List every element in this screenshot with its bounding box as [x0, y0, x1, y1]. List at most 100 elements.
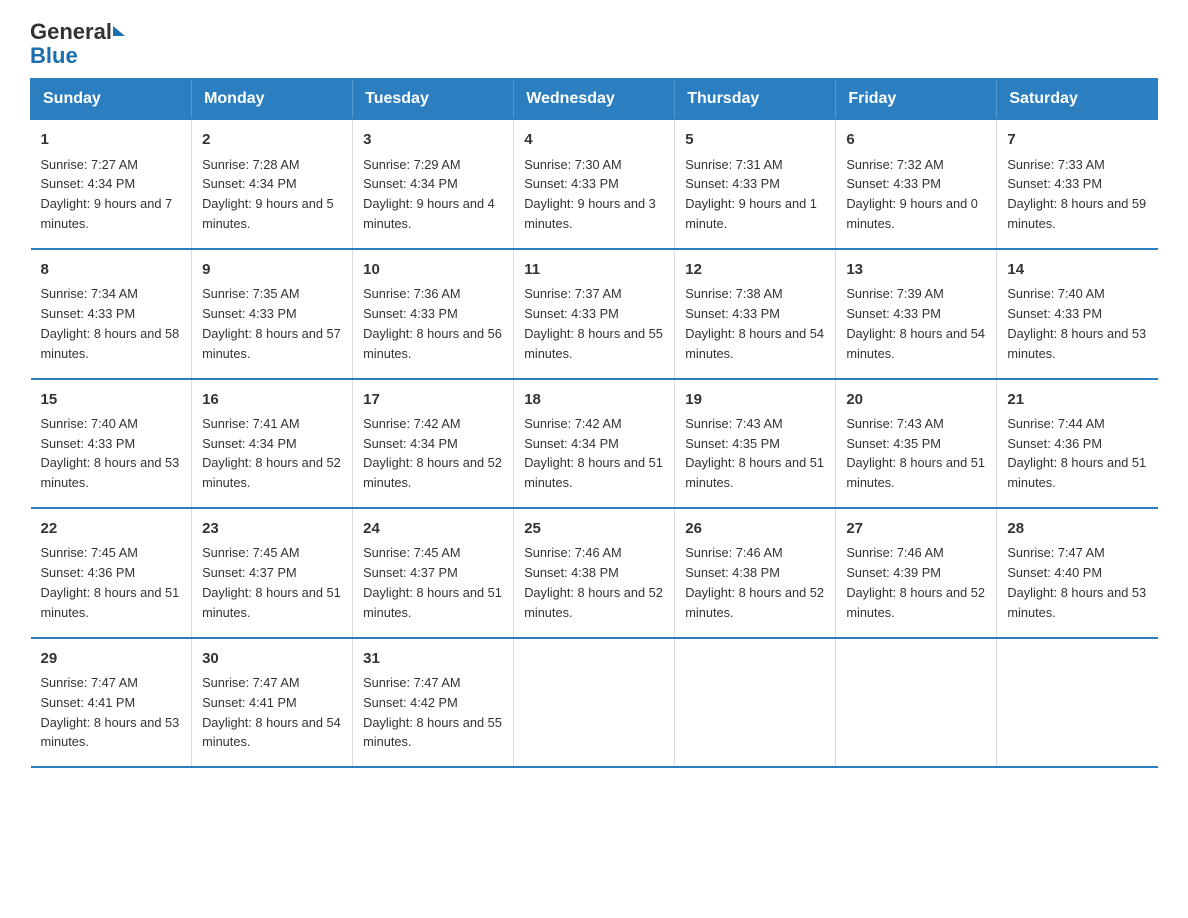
daylight-line: Daylight: 8 hours and 58 minutes. [41, 326, 180, 361]
sunset-line: Sunset: 4:34 PM [41, 176, 136, 191]
daylight-line: Daylight: 8 hours and 53 minutes. [1007, 326, 1146, 361]
sunrise-line: Sunrise: 7:47 AM [41, 675, 138, 690]
sunset-line: Sunset: 4:33 PM [685, 176, 780, 191]
day-cell-19: 19 Sunrise: 7:43 AM Sunset: 4:35 PM Dayl… [675, 379, 836, 509]
empty-cell-4-4 [675, 638, 836, 768]
day-number: 21 [1007, 388, 1148, 411]
daylight-line: Daylight: 8 hours and 51 minutes. [685, 455, 824, 490]
week-row-2: 8 Sunrise: 7:34 AM Sunset: 4:33 PM Dayli… [31, 249, 1159, 379]
day-number: 14 [1007, 258, 1148, 281]
sunrise-line: Sunrise: 7:46 AM [685, 545, 782, 560]
daylight-line: Daylight: 8 hours and 53 minutes. [1007, 585, 1146, 620]
day-number: 2 [202, 128, 342, 151]
sunset-line: Sunset: 4:33 PM [41, 306, 136, 321]
daylight-line: Daylight: 9 hours and 5 minutes. [202, 196, 334, 231]
sunset-line: Sunset: 4:33 PM [363, 306, 458, 321]
day-number: 29 [41, 647, 182, 670]
sunrise-line: Sunrise: 7:40 AM [1007, 286, 1104, 301]
sunset-line: Sunset: 4:34 PM [202, 436, 297, 451]
day-cell-25: 25 Sunrise: 7:46 AM Sunset: 4:38 PM Dayl… [514, 508, 675, 638]
sunrise-line: Sunrise: 7:41 AM [202, 416, 299, 431]
daylight-line: Daylight: 9 hours and 3 minutes. [524, 196, 656, 231]
sunset-line: Sunset: 4:33 PM [846, 306, 941, 321]
weekday-header-friday: Friday [836, 79, 997, 119]
day-number: 7 [1007, 128, 1148, 151]
sunrise-line: Sunrise: 7:42 AM [524, 416, 621, 431]
day-number: 6 [846, 128, 986, 151]
day-number: 18 [524, 388, 664, 411]
day-cell-13: 13 Sunrise: 7:39 AM Sunset: 4:33 PM Dayl… [836, 249, 997, 379]
sunrise-line: Sunrise: 7:46 AM [846, 545, 943, 560]
sunset-line: Sunset: 4:33 PM [524, 176, 619, 191]
sunrise-line: Sunrise: 7:47 AM [202, 675, 299, 690]
day-cell-22: 22 Sunrise: 7:45 AM Sunset: 4:36 PM Dayl… [31, 508, 192, 638]
day-cell-26: 26 Sunrise: 7:46 AM Sunset: 4:38 PM Dayl… [675, 508, 836, 638]
daylight-line: Daylight: 8 hours and 54 minutes. [846, 326, 985, 361]
weekday-header-row: SundayMondayTuesdayWednesdayThursdayFrid… [31, 79, 1159, 119]
day-number: 12 [685, 258, 825, 281]
sunrise-line: Sunrise: 7:38 AM [685, 286, 782, 301]
day-cell-20: 20 Sunrise: 7:43 AM Sunset: 4:35 PM Dayl… [836, 379, 997, 509]
day-number: 19 [685, 388, 825, 411]
day-number: 16 [202, 388, 342, 411]
sunset-line: Sunset: 4:37 PM [363, 565, 458, 580]
sunset-line: Sunset: 4:38 PM [685, 565, 780, 580]
day-cell-27: 27 Sunrise: 7:46 AM Sunset: 4:39 PM Dayl… [836, 508, 997, 638]
sunrise-line: Sunrise: 7:40 AM [41, 416, 138, 431]
day-cell-23: 23 Sunrise: 7:45 AM Sunset: 4:37 PM Dayl… [192, 508, 353, 638]
sunset-line: Sunset: 4:42 PM [363, 695, 458, 710]
sunrise-line: Sunrise: 7:39 AM [846, 286, 943, 301]
day-cell-14: 14 Sunrise: 7:40 AM Sunset: 4:33 PM Dayl… [997, 249, 1158, 379]
day-number: 3 [363, 128, 503, 151]
day-cell-11: 11 Sunrise: 7:37 AM Sunset: 4:33 PM Dayl… [514, 249, 675, 379]
day-cell-1: 1 Sunrise: 7:27 AM Sunset: 4:34 PM Dayli… [31, 119, 192, 249]
sunrise-line: Sunrise: 7:29 AM [363, 157, 460, 172]
sunrise-line: Sunrise: 7:32 AM [846, 157, 943, 172]
daylight-line: Daylight: 8 hours and 51 minutes. [41, 585, 180, 620]
sunrise-line: Sunrise: 7:36 AM [363, 286, 460, 301]
daylight-line: Daylight: 9 hours and 7 minutes. [41, 196, 173, 231]
week-row-1: 1 Sunrise: 7:27 AM Sunset: 4:34 PM Dayli… [31, 119, 1159, 249]
day-cell-15: 15 Sunrise: 7:40 AM Sunset: 4:33 PM Dayl… [31, 379, 192, 509]
day-cell-17: 17 Sunrise: 7:42 AM Sunset: 4:34 PM Dayl… [353, 379, 514, 509]
sunset-line: Sunset: 4:39 PM [846, 565, 941, 580]
sunset-line: Sunset: 4:41 PM [41, 695, 136, 710]
daylight-line: Daylight: 8 hours and 52 minutes. [524, 585, 663, 620]
logo-general: General [30, 19, 112, 44]
daylight-line: Daylight: 8 hours and 55 minutes. [363, 715, 502, 750]
day-number: 11 [524, 258, 664, 281]
day-number: 25 [524, 517, 664, 540]
sunset-line: Sunset: 4:33 PM [524, 306, 619, 321]
daylight-line: Daylight: 8 hours and 55 minutes. [524, 326, 663, 361]
sunrise-line: Sunrise: 7:33 AM [1007, 157, 1104, 172]
sunset-line: Sunset: 4:36 PM [41, 565, 136, 580]
day-cell-18: 18 Sunrise: 7:42 AM Sunset: 4:34 PM Dayl… [514, 379, 675, 509]
sunset-line: Sunset: 4:34 PM [363, 436, 458, 451]
day-number: 17 [363, 388, 503, 411]
day-cell-8: 8 Sunrise: 7:34 AM Sunset: 4:33 PM Dayli… [31, 249, 192, 379]
day-cell-3: 3 Sunrise: 7:29 AM Sunset: 4:34 PM Dayli… [353, 119, 514, 249]
empty-cell-4-3 [514, 638, 675, 768]
day-number: 28 [1007, 517, 1148, 540]
day-cell-7: 7 Sunrise: 7:33 AM Sunset: 4:33 PM Dayli… [997, 119, 1158, 249]
sunset-line: Sunset: 4:34 PM [363, 176, 458, 191]
day-number: 9 [202, 258, 342, 281]
daylight-line: Daylight: 8 hours and 51 minutes. [846, 455, 985, 490]
sunrise-line: Sunrise: 7:28 AM [202, 157, 299, 172]
sunrise-line: Sunrise: 7:43 AM [846, 416, 943, 431]
sunrise-line: Sunrise: 7:42 AM [363, 416, 460, 431]
day-number: 20 [846, 388, 986, 411]
sunset-line: Sunset: 4:41 PM [202, 695, 297, 710]
sunrise-line: Sunrise: 7:37 AM [524, 286, 621, 301]
daylight-line: Daylight: 8 hours and 54 minutes. [202, 715, 341, 750]
logo-triangle [113, 26, 125, 36]
day-number: 8 [41, 258, 182, 281]
sunset-line: Sunset: 4:35 PM [846, 436, 941, 451]
day-number: 5 [685, 128, 825, 151]
sunset-line: Sunset: 4:33 PM [202, 306, 297, 321]
week-row-3: 15 Sunrise: 7:40 AM Sunset: 4:33 PM Dayl… [31, 379, 1159, 509]
sunrise-line: Sunrise: 7:31 AM [685, 157, 782, 172]
sunset-line: Sunset: 4:36 PM [1007, 436, 1102, 451]
sunset-line: Sunset: 4:38 PM [524, 565, 619, 580]
day-number: 26 [685, 517, 825, 540]
